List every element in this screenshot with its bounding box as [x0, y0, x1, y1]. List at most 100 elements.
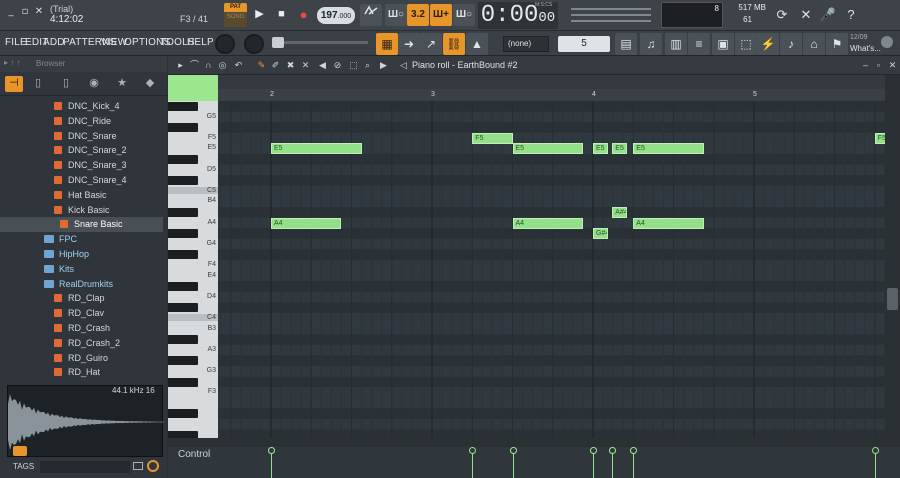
pencil-icon[interactable]: ↗	[420, 33, 442, 55]
plugin-picker-icon[interactable]: ✕	[796, 4, 816, 26]
tasks-icon[interactable]: ⚑	[826, 33, 848, 55]
blend-notes-button[interactable]: Ш○	[453, 4, 475, 26]
pr-minimize-icon[interactable]: –	[860, 60, 871, 71]
restore-button[interactable]: ▫	[18, 5, 32, 19]
globe-icon[interactable]	[881, 36, 893, 48]
file-item[interactable]: RD_Guiro	[0, 351, 163, 366]
note[interactable]: A4	[633, 217, 704, 229]
play-button[interactable]: ▶	[250, 4, 269, 25]
help-icon[interactable]: ?	[841, 4, 861, 26]
cart-icon[interactable]: ⌂	[803, 33, 825, 55]
file-item[interactable]: RD_Clap	[0, 291, 163, 306]
browser-files-icon[interactable]: ▯	[29, 76, 47, 92]
pencil-tool-icon[interactable]: ✎	[256, 60, 267, 71]
browser-globe-icon[interactable]: ◉	[85, 76, 103, 92]
note[interactable]: G#4	[593, 228, 608, 240]
vertical-scroll-thumb[interactable]	[887, 288, 898, 310]
undo-icon[interactable]: ↶	[233, 60, 244, 71]
file-item[interactable]: RD_Crash_2	[0, 336, 163, 351]
tags-input[interactable]	[40, 461, 130, 473]
select-icon[interactable]: ⬚	[348, 60, 359, 71]
arrow-icon[interactable]: ➜	[398, 33, 420, 55]
slice-icon[interactable]: ⊘	[332, 60, 343, 71]
paint-icon[interactable]: ✐	[270, 60, 281, 71]
black-key[interactable]	[168, 208, 198, 217]
folder-item[interactable]: Kits	[0, 262, 163, 277]
master-pitch-knob[interactable]	[244, 34, 264, 54]
black-key[interactable]	[168, 356, 198, 366]
instrument-header[interactable]	[168, 75, 218, 101]
black-key[interactable]	[168, 229, 198, 239]
black-key[interactable]	[168, 155, 198, 164]
record-loop-icon[interactable]: ◎	[217, 60, 228, 71]
stop-button[interactable]: ■	[272, 4, 291, 25]
folder-item[interactable]: RealDrumkits	[0, 277, 163, 292]
step-edit-button[interactable]: Ш+	[430, 4, 452, 26]
file-item[interactable]: RD_Hat	[0, 365, 163, 380]
speaker-small-icon[interactable]: ◁	[398, 60, 409, 71]
black-key[interactable]	[168, 303, 198, 313]
black-key[interactable]	[168, 176, 198, 186]
file-item[interactable]: Snare Basic	[0, 217, 163, 233]
wait-for-input-icon[interactable]: Ш○	[385, 4, 407, 26]
microphone-icon[interactable]: 🎤	[818, 4, 838, 26]
menu-help[interactable]: HELP	[187, 37, 214, 48]
file-item[interactable]: DNC_Kick_4	[0, 99, 163, 114]
black-key[interactable]	[168, 409, 198, 419]
master-pitch-slider[interactable]	[272, 41, 368, 44]
plugin-icon[interactable]: ⬚	[735, 33, 757, 55]
folder-item[interactable]: FPC	[0, 232, 163, 247]
typing-keyboard-icon[interactable]: ▦	[376, 33, 398, 55]
browser-all-icon[interactable]: ⊣	[5, 76, 23, 92]
velocity-stem[interactable]	[871, 447, 879, 478]
file-item[interactable]: DNC_Snare	[0, 129, 163, 144]
file-item[interactable]: Kick Basic	[0, 203, 163, 218]
black-key[interactable]	[168, 282, 198, 292]
master-volume-knob[interactable]	[215, 34, 235, 54]
note[interactable]: E5	[512, 143, 583, 155]
control-label[interactable]: Control	[178, 449, 210, 460]
velocity-handle[interactable]	[509, 447, 517, 454]
delete-icon[interactable]: ✖	[285, 60, 296, 71]
folder-item[interactable]: HipHop	[0, 247, 163, 262]
file-item[interactable]: DNC_Snare_2	[0, 143, 163, 158]
note[interactable]: E5	[593, 143, 608, 155]
magnet-icon[interactable]: ⌒	[189, 60, 200, 71]
pat-song-toggle[interactable]: PAT SONG	[224, 3, 247, 27]
file-item[interactable]: Hat Basic	[0, 188, 163, 203]
note[interactable]: F5	[472, 132, 513, 144]
playlist-icon[interactable]: ▤	[615, 33, 637, 55]
browser-icon[interactable]: ▣	[712, 33, 734, 55]
mixer-icon[interactable]: ≡	[688, 33, 710, 55]
black-key[interactable]	[168, 335, 198, 345]
velocity-stem[interactable]	[469, 447, 477, 478]
tempo-display[interactable]: 197.000	[317, 7, 355, 24]
browser-star-icon[interactable]: ★	[113, 76, 131, 92]
pr-restore-icon[interactable]: ▫	[873, 60, 884, 71]
menu-add[interactable]: ADD	[43, 37, 65, 48]
speaker-icon[interactable]: ♪	[780, 33, 802, 55]
velocity-stem[interactable]	[268, 447, 275, 478]
timeline-overview[interactable]	[218, 75, 885, 89]
horizontal-scrollbar[interactable]	[168, 438, 900, 447]
file-item[interactable]: DNC_Snare_3	[0, 158, 163, 173]
note[interactable]: E5	[612, 143, 627, 155]
vertical-scrollbar[interactable]	[885, 75, 900, 438]
velocity-stem[interactable]	[609, 447, 617, 478]
note-grid[interactable]: E5F5E5E5E5E5F5A4A4A#4G#4A4	[218, 101, 885, 438]
file-item[interactable]: RD_Clav	[0, 306, 163, 321]
note[interactable]: A4	[271, 217, 342, 229]
close-button[interactable]: ✕	[32, 5, 46, 19]
play-preview-icon[interactable]	[13, 446, 27, 456]
channel-rack-icon[interactable]: ▥	[665, 33, 687, 55]
browser-plugin-icon[interactable]: ◆	[141, 76, 159, 92]
mute-icon[interactable]: ✕	[300, 60, 311, 71]
news-text[interactable]: What's...	[850, 44, 881, 53]
velocity-stem[interactable]	[590, 447, 597, 478]
note[interactable]: A4	[512, 217, 583, 229]
pr-menu-icon[interactable]: ▸	[175, 60, 186, 71]
piano-keys[interactable]: G5 F5 E5 D5 C5 B4 A4 G4 F4 E4 D4 C4 B3 A3 G3 F3	[168, 101, 218, 440]
black-key[interactable]	[168, 123, 198, 133]
plug-icon[interactable]: ⚡	[757, 33, 779, 55]
velocity-stem[interactable]	[509, 447, 517, 478]
